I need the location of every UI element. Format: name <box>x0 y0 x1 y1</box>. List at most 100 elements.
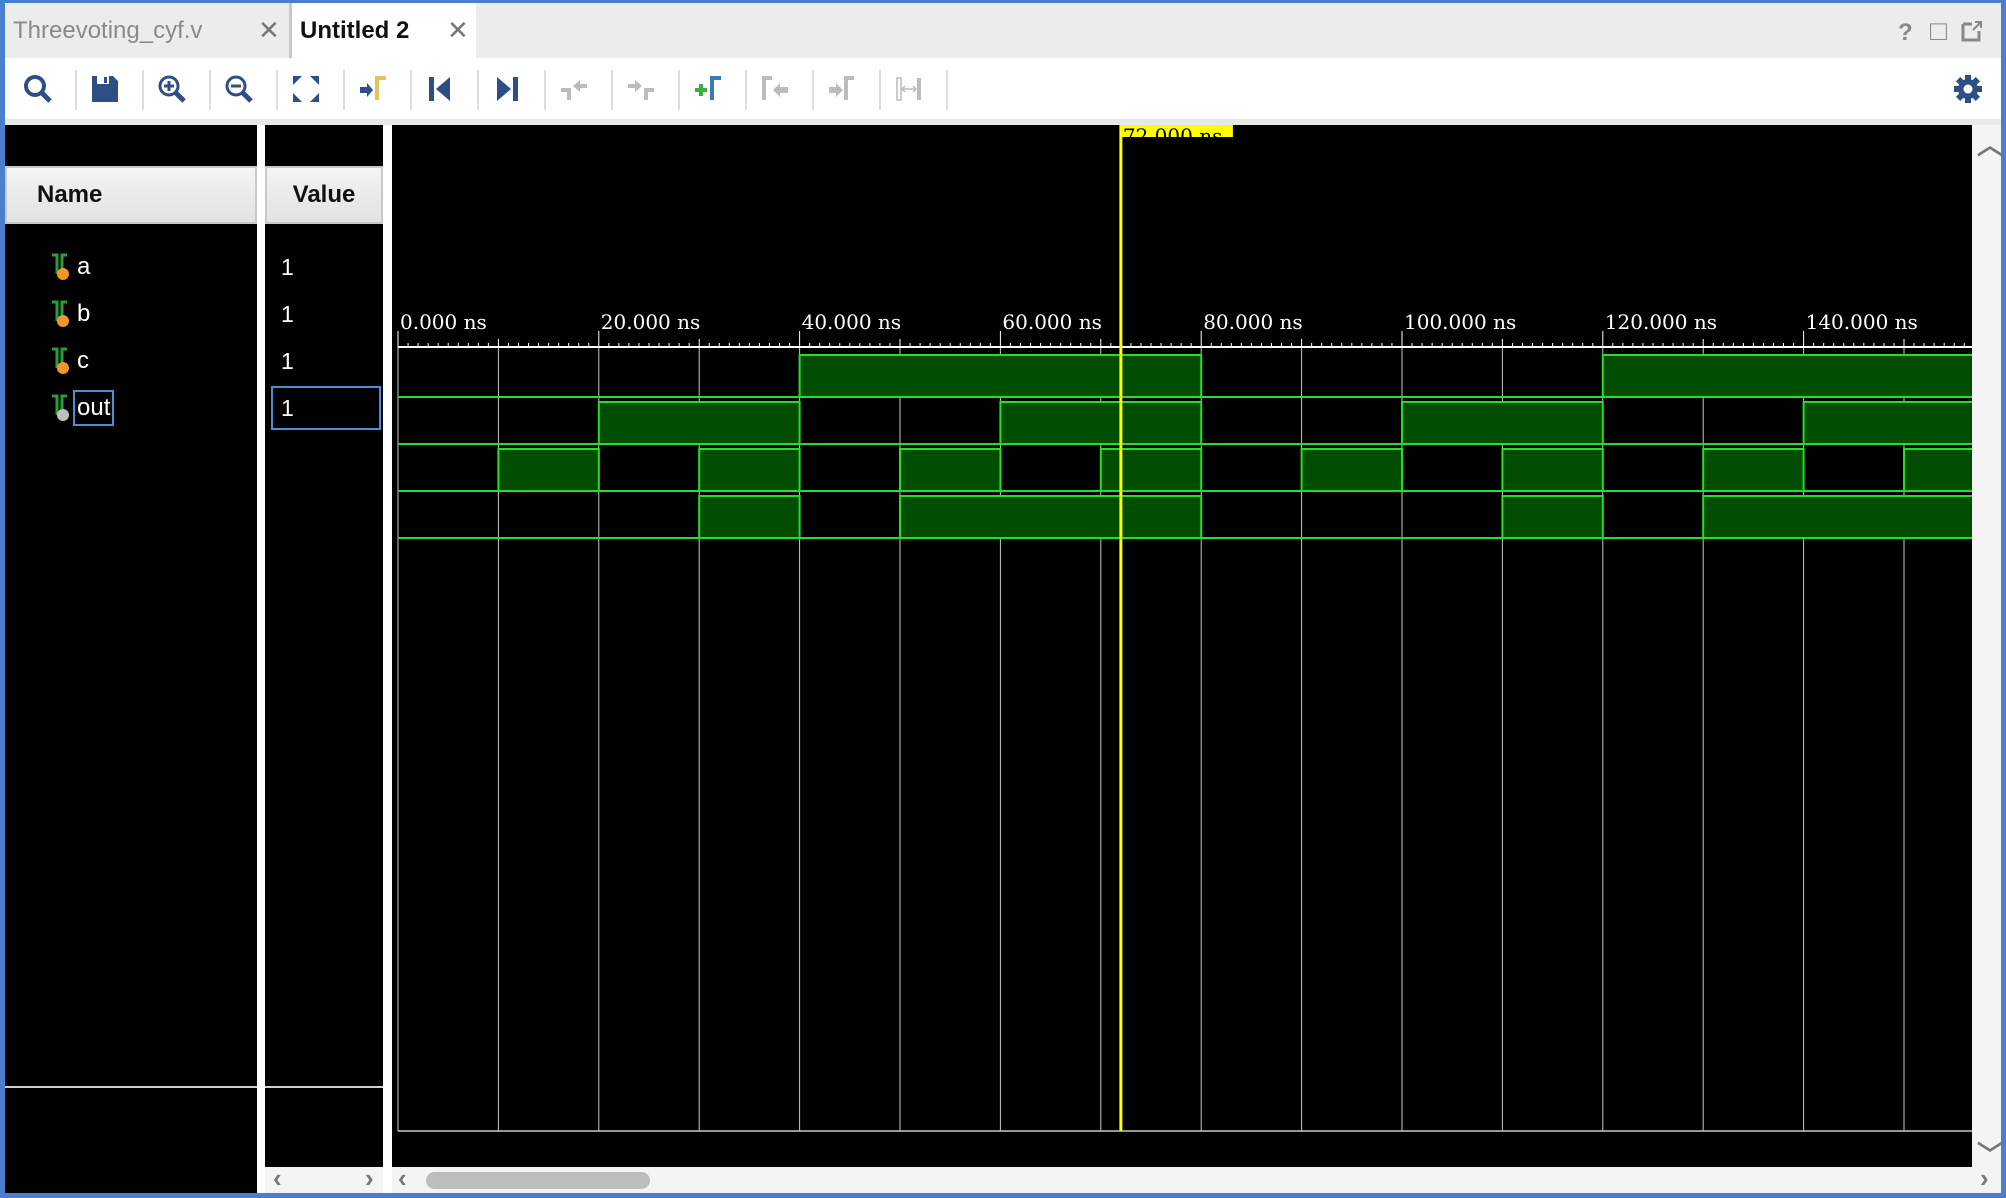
gear-icon <box>1954 75 1982 103</box>
waveform-canvas[interactable]: 0.000 ns 20.000 ns 40.000 ns 60.000 ns 80.00… <box>392 125 1976 1167</box>
scroll-up-icon[interactable]: ︿ <box>1977 125 2001 162</box>
separator <box>678 70 680 110</box>
next-marker-icon <box>829 76 854 100</box>
previous-marker-button[interactable] <box>752 66 798 112</box>
scrollbar-thumb[interactable] <box>426 1172 650 1189</box>
tab-label: Threevoting_cyf.v <box>13 16 203 44</box>
tab-untitled-2[interactable]: Untitled 2 ✕ <box>292 3 476 58</box>
close-icon[interactable]: ✕ <box>258 15 280 46</box>
column-header-value[interactable]: Value <box>265 166 383 224</box>
swap-cursors-icon <box>896 77 921 101</box>
close-icon[interactable]: ✕ <box>447 15 469 46</box>
tab-threevoting[interactable]: Threevoting_cyf.v ✕ <box>5 3 292 58</box>
signal-row-c[interactable]: c <box>5 341 257 381</box>
go-to-cursor-icon <box>360 76 386 100</box>
next-marker-button[interactable] <box>819 66 865 112</box>
go-to-cursor-button[interactable] <box>350 66 396 112</box>
tab-label: Untitled 2 <box>300 16 410 44</box>
signal-value-a[interactable]: 1 <box>273 247 379 287</box>
wave-high-out <box>1501 495 1604 539</box>
signal-value: 1 <box>281 300 294 327</box>
signal-row-out[interactable]: out <box>5 388 257 428</box>
signal-value-b[interactable]: 1 <box>273 294 379 334</box>
divider <box>5 1086 257 1088</box>
wave-high-b <box>1401 401 1604 445</box>
add-marker-button[interactable] <box>685 66 731 112</box>
go-to-last-time-icon <box>497 77 518 101</box>
swap-cursors-button[interactable] <box>886 66 932 112</box>
wave-high-b <box>597 401 801 445</box>
separator <box>276 70 278 110</box>
ruler-tick-label: 60.000 ns <box>1002 310 1101 334</box>
go-to-time-0-button[interactable] <box>417 66 463 112</box>
signal-value: 1 <box>281 394 294 421</box>
save-button[interactable] <box>82 66 128 112</box>
add-marker-icon <box>695 76 721 100</box>
waveform-area[interactable]: 0.000 ns 20.000 ns 40.000 ns 60.000 ns 80.00… <box>392 125 1976 1167</box>
separator <box>812 70 814 110</box>
separator <box>410 70 412 110</box>
save-icon <box>92 76 118 102</box>
signal-name: a <box>77 253 91 280</box>
signal-name: b <box>77 300 91 327</box>
signal-name: c <box>77 347 89 374</box>
wave-high-c <box>1903 448 1976 492</box>
ruler-tick-label: 80.000 ns <box>1203 310 1302 334</box>
signal-row-a[interactable]: a <box>5 247 257 287</box>
scroll-right-icon[interactable]: › <box>1980 1163 1989 1193</box>
wave-high-b <box>1802 401 1976 445</box>
maximize-icon[interactable]: □ <box>1930 15 1947 47</box>
scroll-right-icon[interactable]: › <box>365 1163 374 1193</box>
wave-high-out <box>899 495 1203 539</box>
wave-high-c <box>1099 448 1203 492</box>
value-horizontal-scrollbar[interactable]: ‹ › <box>265 1163 383 1193</box>
pane-splitter[interactable] <box>257 125 265 1193</box>
separator <box>343 70 345 110</box>
separator <box>142 70 144 110</box>
cursor-label: 72.000 ns <box>1123 125 1222 148</box>
next-transition-icon <box>628 80 654 100</box>
divider <box>265 1086 383 1088</box>
wave-high-a <box>798 354 1203 398</box>
ruler-tick-label: 140.000 ns <box>1806 310 1918 334</box>
ruler-tick-label: 120.000 ns <box>1605 310 1717 334</box>
ruler-tick-label: 40.000 ns <box>802 310 901 334</box>
zoom-fit-button[interactable] <box>283 66 329 112</box>
signal-value-c[interactable]: 1 <box>273 341 379 381</box>
separator <box>946 70 948 110</box>
previous-marker-icon <box>762 76 788 100</box>
signal-name: out <box>72 390 115 426</box>
settings-button[interactable] <box>1945 66 1991 112</box>
float-icon[interactable] <box>1960 19 1984 50</box>
wave-high-c <box>1300 448 1403 492</box>
search-button[interactable] <box>15 66 61 112</box>
column-header-name[interactable]: Name <box>5 166 257 224</box>
waveform-window: Threevoting_cyf.v ✕ Untitled 2 ✕ ? □ Nam… <box>5 3 2001 1193</box>
pane-splitter[interactable] <box>383 125 392 1193</box>
scroll-left-icon[interactable]: ‹ <box>273 1163 282 1193</box>
waveform-horizontal-scrollbar[interactable]: ‹ › <box>392 1163 2001 1193</box>
wave-high-c <box>1501 448 1604 492</box>
go-to-last-time-button[interactable] <box>484 66 530 112</box>
signal-value-out[interactable]: 1 <box>271 386 381 430</box>
vertical-scrollbar[interactable]: ︿ ﹀ <box>1972 125 2001 1170</box>
ruler-tick-label: 20.000 ns <box>601 310 700 334</box>
signal-row-b[interactable]: b <box>5 294 257 334</box>
zoom-fit-icon <box>293 76 319 102</box>
previous-transition-button[interactable] <box>551 66 597 112</box>
separator <box>209 70 211 110</box>
previous-transition-icon <box>561 80 587 100</box>
help-icon[interactable]: ? <box>1898 19 1913 47</box>
wave-high-c <box>497 448 600 492</box>
next-transition-button[interactable] <box>618 66 664 112</box>
signal-value: 1 <box>281 347 294 374</box>
scroll-left-icon[interactable]: ‹ <box>398 1163 407 1193</box>
zoom-in-button[interactable] <box>149 66 195 112</box>
separator <box>544 70 546 110</box>
input-signal-icon <box>50 252 72 282</box>
wave-high-b <box>999 401 1203 445</box>
wave-high-c <box>698 448 801 492</box>
separator <box>75 70 77 110</box>
separator <box>745 70 747 110</box>
zoom-out-button[interactable] <box>216 66 262 112</box>
